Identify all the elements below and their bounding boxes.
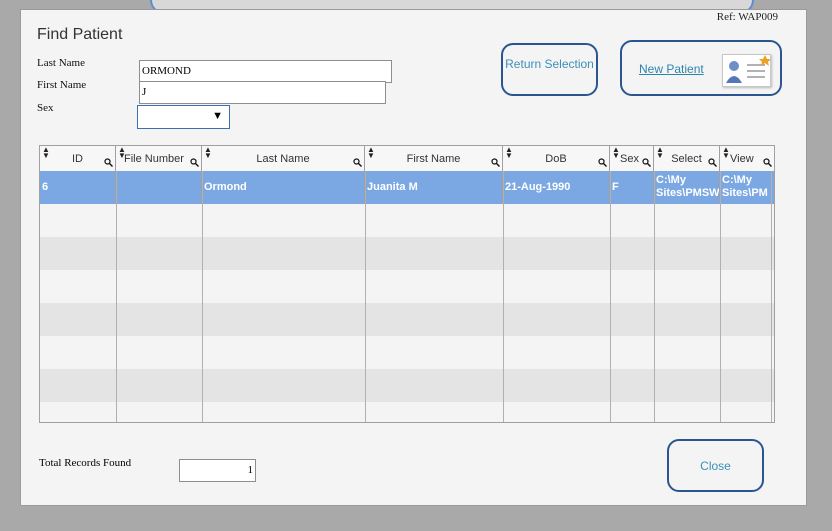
magnifier-icon[interactable]: [708, 158, 717, 170]
column-header-select[interactable]: ▲ ▼ Select: [654, 146, 720, 171]
magnifier-icon[interactable]: [598, 158, 607, 170]
close-button[interactable]: Close: [667, 439, 764, 492]
sex-select[interactable]: ▼: [137, 105, 230, 129]
magnifier-icon[interactable]: [763, 158, 772, 170]
column-divider: [365, 171, 366, 422]
table-row-empty: [40, 270, 774, 303]
find-patient-dialog: Ref: WAP009 Find Patient Last Name ORMON…: [20, 9, 807, 506]
sex-label: Sex: [37, 102, 54, 114]
column-divider: [771, 171, 772, 422]
total-records-value: 1: [179, 459, 256, 482]
magnifier-icon[interactable]: [353, 158, 362, 170]
dialog-title: Find Patient: [37, 26, 123, 43]
column-header-dob[interactable]: ▲ ▼ DoB: [503, 146, 610, 171]
dropdown-arrow-icon: ▼: [212, 110, 223, 122]
sort-arrows-icon[interactable]: ▲ ▼: [612, 146, 620, 160]
column-divider: [610, 171, 611, 422]
table-row[interactable]: 6 Ormond Juanita M 21-Aug-1990 F C:\My S…: [40, 171, 774, 204]
last-name-label: Last Name: [37, 57, 85, 69]
column-divider: [654, 171, 655, 422]
column-header-id[interactable]: ▲ ▼ ID: [40, 146, 116, 171]
cell-first-name: Juanita M: [365, 171, 503, 204]
column-header-last-name[interactable]: ▲ ▼ Last Name: [202, 146, 365, 171]
patient-results-grid: ▲ ▼ ID ▲ ▼ File Number ▲ ▼ Last Name ▲ ▼ Fir…: [39, 145, 775, 423]
column-divider: [116, 171, 117, 422]
new-patient-link[interactable]: New Patient: [639, 62, 704, 76]
cell-last-name: Ormond: [202, 171, 365, 204]
cell-dob: 21-Aug-1990: [503, 171, 610, 204]
table-row-empty: [40, 204, 774, 237]
table-row-empty: [40, 336, 774, 369]
cell-select-path[interactable]: C:\My Sites\PMSW: [654, 171, 720, 204]
cell-view-path[interactable]: C:\My Sites\PM: [720, 171, 774, 204]
column-header-file-number[interactable]: ▲ ▼ File Number: [116, 146, 202, 171]
magnifier-icon[interactable]: [104, 158, 113, 170]
magnifier-icon[interactable]: [491, 158, 500, 170]
column-divider: [720, 171, 721, 422]
patient-card-icon: [722, 54, 771, 87]
reference-code: Ref: WAP009: [716, 11, 778, 23]
table-row-empty: [40, 303, 774, 336]
first-name-label: First Name: [37, 79, 87, 91]
column-header-sex[interactable]: ▲ ▼ Sex: [610, 146, 654, 171]
table-row-empty: [40, 402, 774, 422]
grid-header: ▲ ▼ ID ▲ ▼ File Number ▲ ▼ Last Name ▲ ▼ Fir…: [40, 146, 774, 172]
cell-sex: F: [610, 171, 654, 204]
table-row-empty: [40, 369, 774, 402]
first-name-input[interactable]: J: [139, 81, 386, 104]
column-divider: [202, 171, 203, 422]
magnifier-icon[interactable]: [642, 158, 651, 170]
column-header-first-name[interactable]: ▲ ▼ First Name: [365, 146, 503, 171]
cell-id: 6: [40, 171, 116, 204]
new-patient-button[interactable]: New Patient: [620, 40, 782, 96]
cell-file-number: [116, 171, 202, 204]
sort-arrows-icon[interactable]: ▲ ▼: [722, 146, 730, 160]
table-row-empty: [40, 237, 774, 270]
total-records-label: Total Records Found: [39, 457, 132, 469]
column-divider: [503, 171, 504, 422]
column-header-view[interactable]: ▲ ▼ View: [720, 146, 774, 171]
last-name-input[interactable]: ORMOND: [139, 60, 392, 83]
magnifier-icon[interactable]: [190, 158, 199, 170]
return-selection-button[interactable]: Return Selection: [501, 43, 598, 96]
